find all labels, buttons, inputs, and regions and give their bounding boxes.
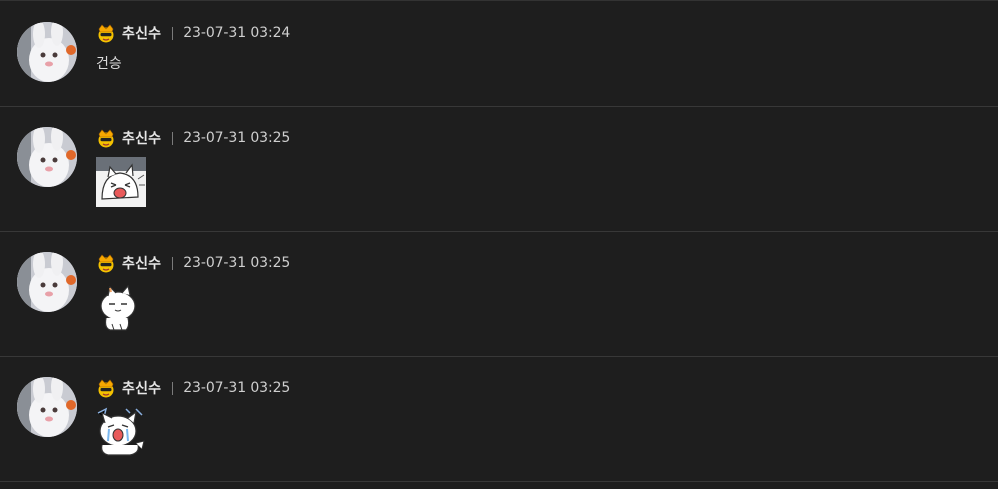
comment-item: 추신수 23-07-31 03:25 <box>0 232 998 357</box>
comment-item: 추신수 23-07-31 03:25 <box>0 357 998 482</box>
smug-cat-sticker-icon <box>96 282 146 332</box>
white-bunny-avatar-icon[interactable] <box>17 22 77 82</box>
comment-item: 추신수 23-07-31 03:24 건승 <box>0 1 998 107</box>
comment-meta: 추신수 23-07-31 03:24 <box>96 23 290 43</box>
comment-timestamp: 23-07-31 03:25 <box>183 380 291 396</box>
meta-divider <box>172 131 174 145</box>
white-bunny-avatar-icon[interactable] <box>17 377 77 437</box>
comment-author[interactable]: 추신수 <box>122 378 161 398</box>
comment-author[interactable]: 추신수 <box>122 253 161 273</box>
comment-timestamp: 23-07-31 03:25 <box>183 255 291 271</box>
meta-divider <box>172 26 174 40</box>
comment-timestamp: 23-07-31 03:25 <box>183 130 291 146</box>
comment-meta: 추신수 23-07-31 03:25 <box>96 253 290 273</box>
level-crown-badge-icon <box>96 378 116 398</box>
comment-item: 추신수 23-07-31 03:25 <box>0 107 998 232</box>
level-crown-badge-icon <box>96 128 116 148</box>
comment-meta: 추신수 23-07-31 03:25 <box>96 128 290 148</box>
level-crown-badge-icon <box>96 23 116 43</box>
comment-text: 건승 <box>96 56 122 72</box>
comment-author[interactable]: 추신수 <box>122 128 161 148</box>
level-crown-badge-icon <box>96 253 116 273</box>
comment-list: 추신수 23-07-31 03:24 건승 추신수 23-07-31 03:25… <box>0 0 998 489</box>
comment-meta: 추신수 23-07-31 03:25 <box>96 378 290 398</box>
white-bunny-avatar-icon[interactable] <box>17 127 77 187</box>
comment-timestamp: 23-07-31 03:24 <box>183 25 291 41</box>
comment-author[interactable]: 추신수 <box>122 23 161 43</box>
crying-cat-sticker-icon <box>96 407 146 457</box>
meta-divider <box>172 381 174 395</box>
white-bunny-avatar-icon[interactable] <box>17 252 77 312</box>
meta-divider <box>172 256 174 270</box>
screaming-cat-sticker-icon <box>96 157 146 207</box>
